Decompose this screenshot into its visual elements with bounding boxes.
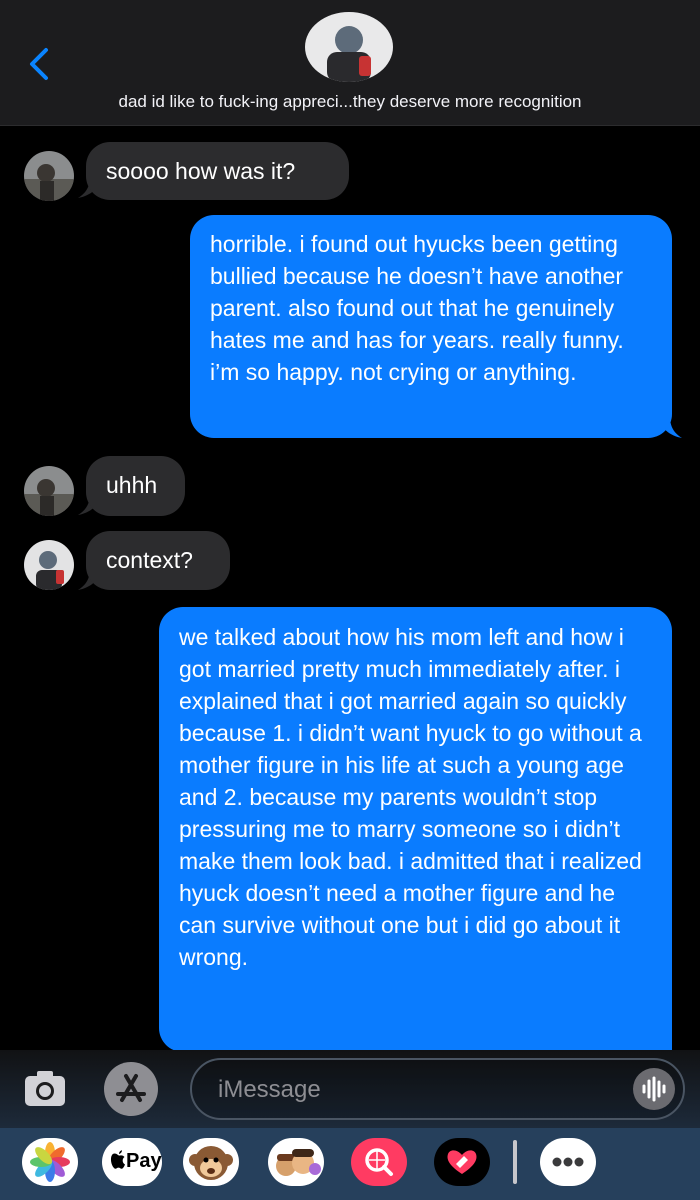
received-message[interactable]: soooo how was it? (86, 142, 349, 200)
digital-touch-icon[interactable] (434, 1138, 490, 1186)
message-text: context? (106, 547, 193, 573)
received-message[interactable]: uhhh (86, 456, 185, 516)
apple-pay-label: Pay (126, 1150, 162, 1172)
web-image-search-icon[interactable] (351, 1138, 407, 1186)
sender-avatar (24, 151, 74, 201)
apple-pay-button[interactable]: Pay (102, 1138, 162, 1186)
back-chevron-icon[interactable] (26, 46, 52, 82)
message-text: we talked about how his mom left and how… (179, 624, 642, 970)
drawer-separator (513, 1140, 517, 1184)
sent-message[interactable]: we talked about how his mom left and how… (159, 607, 672, 1052)
sender-avatar (24, 466, 74, 516)
conversation-title[interactable]: dad id like to fuck-ing appreci...they d… (0, 92, 700, 112)
audio-message-icon[interactable] (633, 1068, 675, 1110)
more-apps-icon[interactable] (540, 1138, 596, 1186)
animoji-monkey-icon[interactable] (183, 1138, 239, 1186)
message-input-field[interactable] (190, 1058, 685, 1120)
sender-avatar (24, 540, 74, 590)
conversation-header: dad id like to fuck-ing appreci...they d… (0, 0, 700, 126)
memoji-stickers-icon[interactable] (268, 1138, 324, 1186)
received-message[interactable]: context? (86, 531, 230, 590)
message-text: soooo how was it? (106, 158, 296, 184)
sent-message[interactable]: horrible. i found out hyucks been gettin… (190, 215, 672, 438)
message-text: horrible. i found out hyucks been gettin… (210, 231, 624, 385)
message-text: uhhh (106, 472, 158, 498)
photos-app-icon[interactable] (22, 1138, 78, 1186)
camera-icon[interactable] (22, 1065, 68, 1111)
message-input[interactable] (216, 1074, 620, 1106)
contact-avatar[interactable] (305, 12, 393, 82)
app-store-icon[interactable] (104, 1062, 158, 1116)
